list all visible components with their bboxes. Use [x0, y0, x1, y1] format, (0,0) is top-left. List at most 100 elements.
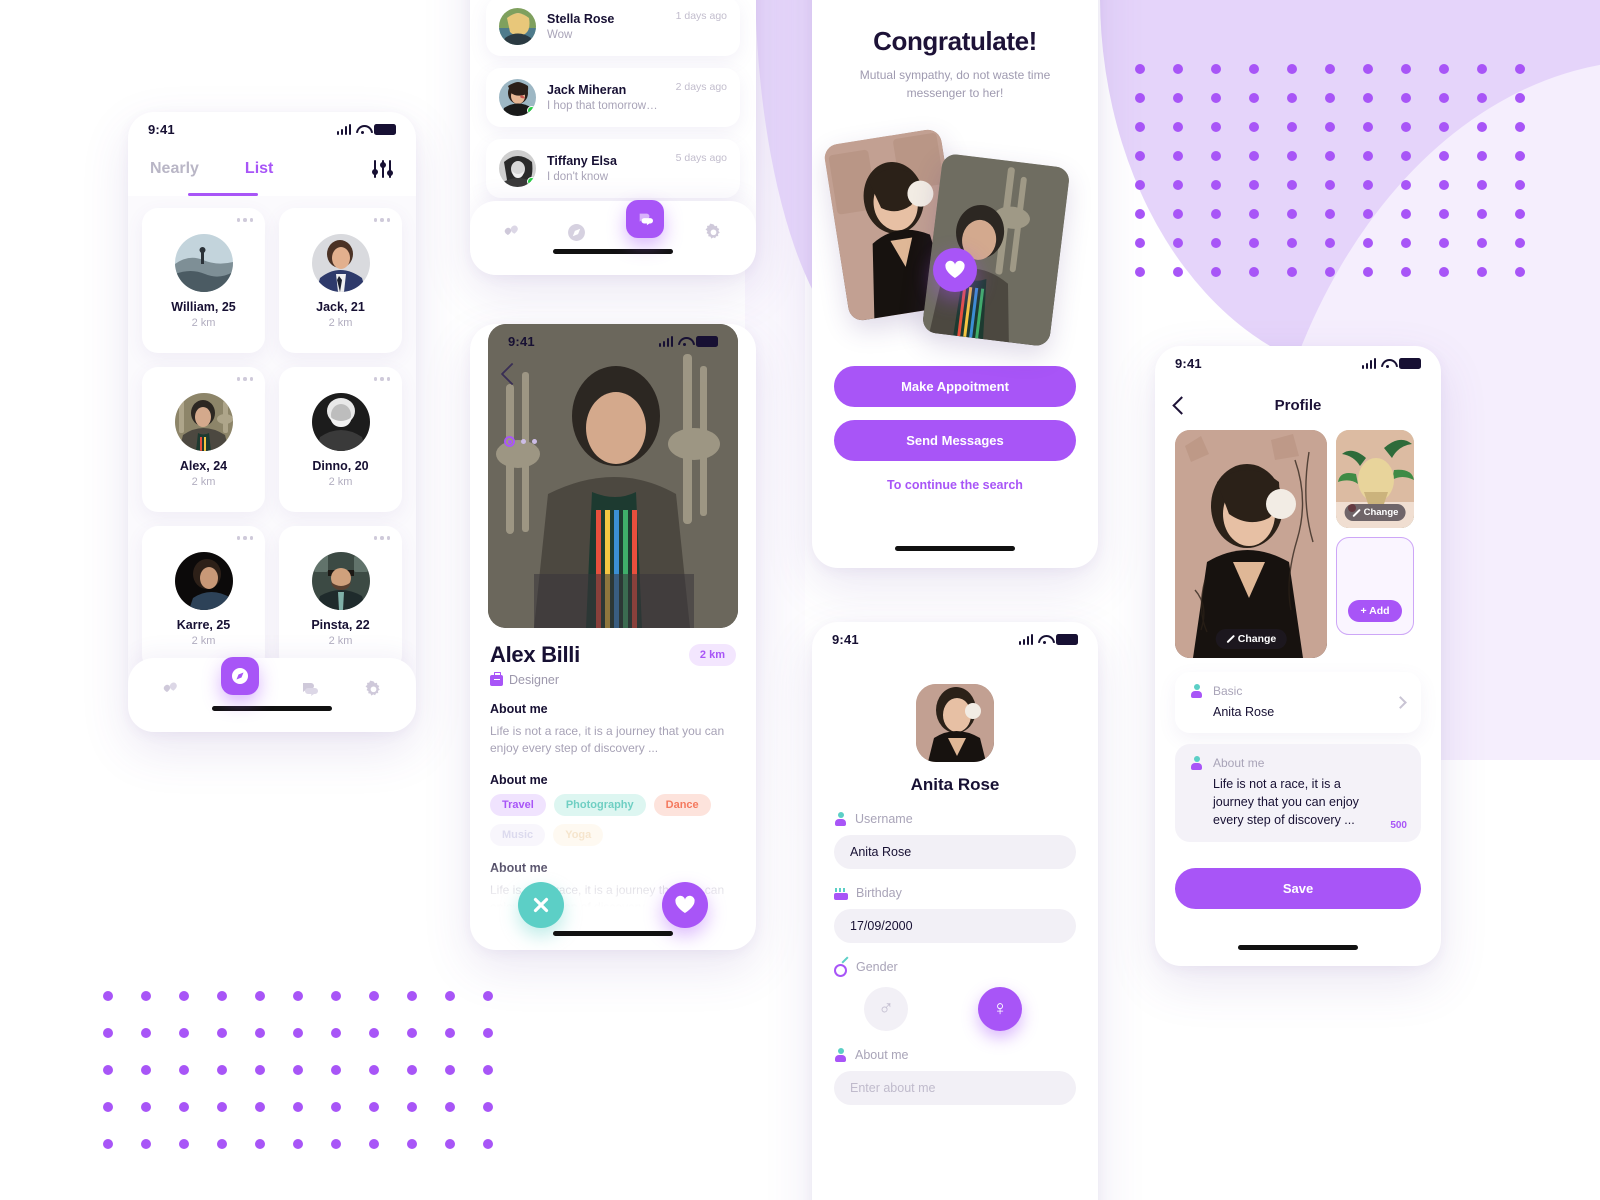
- change-main-photo-button[interactable]: Change: [1215, 629, 1287, 649]
- tab-list[interactable]: List: [245, 160, 273, 188]
- decor-dot: [1325, 238, 1335, 248]
- conversation-item[interactable]: Tiffany Elsa I don't know 5 days ago: [486, 139, 740, 198]
- continue-search-link[interactable]: To continue the search: [834, 478, 1076, 492]
- person-card[interactable]: Alex, 24 2 km: [142, 367, 265, 512]
- signal-icon: [658, 335, 673, 347]
- interest-tag[interactable]: Music: [490, 823, 546, 846]
- decor-dot: [293, 1065, 303, 1075]
- decor-dot: [1325, 209, 1335, 219]
- nav-chat-active[interactable]: [626, 200, 665, 238]
- wifi-icon: [356, 124, 369, 135]
- interests-heading: About me: [490, 772, 548, 787]
- card-more-icon[interactable]: [236, 218, 253, 222]
- field-birthday-label: Birthday: [856, 886, 902, 900]
- gender-female-button[interactable]: ♀: [978, 987, 1022, 1031]
- decor-dot: [1515, 122, 1525, 132]
- decor-dot: [1135, 122, 1145, 132]
- decor-dot: [1135, 93, 1145, 103]
- nav-settings[interactable]: [699, 217, 729, 247]
- profile-row-basic[interactable]: Basic Anita Rose: [1175, 672, 1421, 734]
- profile-row-basic-label: Basic: [1213, 684, 1243, 698]
- person-card[interactable]: Karre, 25 2 km: [142, 526, 265, 671]
- send-messages-button[interactable]: Send Messages: [834, 420, 1076, 461]
- person-card[interactable]: Jack, 21 2 km: [279, 208, 402, 353]
- reject-button[interactable]: [518, 882, 564, 928]
- profile-photo-column: Change + Add: [1336, 430, 1414, 658]
- match-heart-icon: [933, 248, 977, 292]
- decor-dot: [1325, 93, 1335, 103]
- nav-hearts[interactable]: [497, 217, 527, 247]
- interest-tag[interactable]: Dance: [653, 793, 711, 816]
- decor-dot: [1211, 209, 1221, 219]
- card-more-icon[interactable]: [373, 536, 390, 540]
- interest-tag[interactable]: Travel: [490, 793, 546, 816]
- conversation-item[interactable]: Jack Miheran I hop that tomorrow… 2 days a…: [486, 68, 740, 127]
- decor-dot: [445, 1065, 455, 1075]
- add-photo-button[interactable]: + Add: [1348, 600, 1402, 622]
- profile-row-about[interactable]: About me Life is not a race, it is a jou…: [1175, 744, 1421, 842]
- like-button[interactable]: [662, 882, 708, 928]
- decor-dot: [1439, 64, 1449, 74]
- conversation-time: 1 days ago: [675, 10, 727, 22]
- nav-settings[interactable]: [359, 674, 389, 704]
- interest-tag[interactable]: Photography: [553, 793, 646, 816]
- decor-dot: [1173, 267, 1183, 277]
- change-thumb-photo-button[interactable]: Change: [1344, 504, 1406, 521]
- home-indicator: [895, 546, 1015, 551]
- nav-compass-active[interactable]: [220, 657, 259, 695]
- decor-dot: [407, 1102, 417, 1112]
- decor-dot: [293, 1028, 303, 1038]
- person-card[interactable]: William, 25 2 km: [142, 208, 265, 353]
- avatar[interactable]: [916, 684, 994, 762]
- profile-detail-rows: Basic Anita Rose About me Life is not a …: [1155, 658, 1441, 842]
- field-username-label: Username: [855, 812, 913, 826]
- decor-dot: [1363, 209, 1373, 219]
- nav-hearts[interactable]: [156, 674, 186, 704]
- person-card[interactable]: Dinno, 20 2 km: [279, 367, 402, 512]
- tab-nearly[interactable]: Nearly: [150, 160, 199, 188]
- person-card[interactable]: Pinsta, 22 2 km: [279, 526, 402, 671]
- decor-dot: [141, 1102, 151, 1112]
- avatar: [311, 552, 370, 610]
- decor-dot: [1249, 180, 1259, 190]
- wifi-icon: [1038, 634, 1051, 645]
- wifi-icon: [678, 336, 691, 347]
- decor-dot: [141, 1139, 151, 1149]
- congrats-subtitle: Mutual sympathy, do not waste time messe…: [859, 68, 1051, 100]
- profile-main-photo[interactable]: Change: [1175, 430, 1327, 658]
- edit-profile-name: Anita Rose: [910, 775, 1000, 794]
- status-icons: [1361, 357, 1421, 369]
- nav-chat[interactable]: [294, 674, 324, 704]
- decor-dot: [103, 1028, 113, 1038]
- phone-edit-profile-screen: 9:41 Anita Rose Username Anita Rose Birt…: [812, 622, 1098, 1200]
- photo-pager[interactable]: [504, 436, 537, 447]
- interest-tag[interactable]: Yoga: [553, 823, 604, 846]
- birthday-input[interactable]: 17/09/2000: [834, 909, 1076, 943]
- profile-photos: Change Change + Add: [1155, 424, 1441, 658]
- decor-dot: [1515, 93, 1525, 103]
- profile-save-button[interactable]: Save: [1175, 867, 1421, 909]
- filter-sliders-icon[interactable]: [372, 160, 394, 178]
- profile-thumb-photo[interactable]: Change: [1336, 430, 1414, 528]
- gender-male-button[interactable]: ♂: [864, 987, 908, 1031]
- person-icon: [1190, 756, 1203, 771]
- make-appointment-button[interactable]: Make Appoitment: [834, 366, 1076, 407]
- decor-dot: [1439, 151, 1449, 161]
- decor-dot: [103, 1139, 113, 1149]
- decor-dot: [1173, 209, 1183, 219]
- add-photo-slot[interactable]: + Add: [1336, 537, 1414, 635]
- card-more-icon[interactable]: [373, 218, 390, 222]
- card-more-icon[interactable]: [373, 377, 390, 381]
- conversation-preview: Wow: [547, 29, 573, 41]
- about-input[interactable]: Enter about me: [834, 1071, 1076, 1105]
- decor-dot: [1363, 93, 1373, 103]
- decor-dot: [331, 1139, 341, 1149]
- card-more-icon[interactable]: [236, 377, 253, 381]
- person-name: Alex, 24: [179, 459, 228, 473]
- conversation-item[interactable]: Stella Rose Wow 1 days ago: [486, 0, 740, 56]
- nav-compass[interactable]: [562, 217, 592, 247]
- decor-dot: [293, 1102, 303, 1112]
- username-input[interactable]: Anita Rose: [834, 835, 1076, 869]
- home-indicator: [1238, 945, 1358, 950]
- card-more-icon[interactable]: [236, 536, 253, 540]
